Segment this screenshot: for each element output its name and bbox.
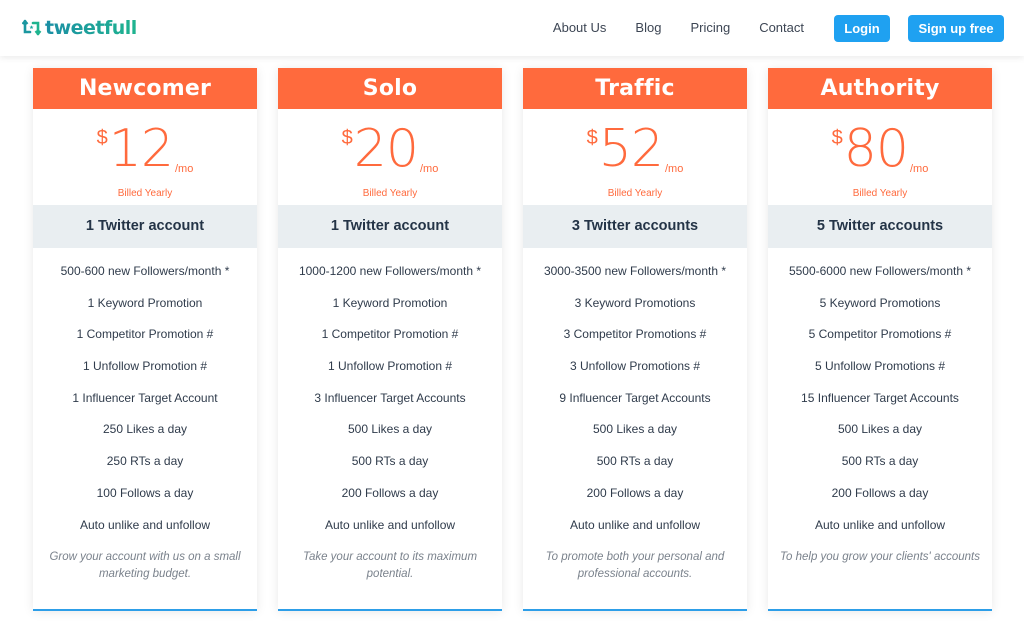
- twitter-accounts-count: 5 Twitter accounts: [768, 205, 992, 248]
- retweet-star-icon: [21, 19, 42, 37]
- plan-name: Authority: [768, 68, 992, 109]
- feature-list: 500-600 new Followers/month * 1 Keyword …: [33, 248, 257, 541]
- feature-followers: 3000-3500 new Followers/month *: [543, 264, 727, 278]
- feature-follows: 200 Follows a day: [586, 485, 684, 500]
- price: $ 80 /mo: [768, 117, 992, 181]
- twitter-accounts-count: 3 Twitter accounts: [523, 205, 747, 248]
- plan-name: Solo: [278, 68, 502, 109]
- feature-keyword-promotion: 1 Keyword Promotion: [87, 295, 203, 310]
- feature-competitor-promotion: 1 Competitor Promotion #: [76, 327, 214, 342]
- feature-follows: 200 Follows a day: [831, 485, 929, 500]
- feature-competitor-promotion: 1 Competitor Promotion #: [321, 327, 459, 342]
- brand-name: tweetfull: [45, 17, 137, 39]
- currency-symbol: $: [96, 127, 108, 149]
- price-amount: 20: [353, 119, 419, 179]
- feature-keyword-promotion: 3 Keyword Promotions: [574, 295, 696, 310]
- plan-description: Take your account to its maximum potenti…: [302, 551, 478, 580]
- plan-card-solo: Solo $ 20 /mo Billed Yearly 1 Twitter ac…: [278, 68, 502, 611]
- feature-followers: 500-600 new Followers/month *: [60, 264, 230, 278]
- plan-card-authority: Authority $ 80 /mo Billed Yearly 5 Twitt…: [768, 68, 992, 611]
- feature-unfollow-promotion: 1 Unfollow Promotion #: [82, 359, 208, 374]
- feature-unfollow-promotion: 5 Unfollow Promotions #: [814, 359, 946, 374]
- pricing-plans: Newcomer $ 12 /mo Billed Yearly 1 Twitte…: [33, 68, 992, 611]
- feature-likes: 500 Likes a day: [347, 422, 433, 437]
- nav-links: About Us Blog Pricing Contact Login Sign…: [553, 14, 1004, 42]
- currency-symbol: $: [586, 127, 598, 149]
- price: $ 12 /mo: [33, 117, 257, 181]
- feature-rts: 500 RTs a day: [841, 454, 919, 469]
- feature-followers: 1000-1200 new Followers/month *: [298, 264, 482, 278]
- twitter-accounts-count: 1 Twitter account: [278, 205, 502, 248]
- feature-follows: 200 Follows a day: [341, 485, 439, 500]
- feature-keyword-promotion: 1 Keyword Promotion: [332, 295, 448, 310]
- navbar: tweetfull About Us Blog Pricing Contact …: [0, 0, 1024, 56]
- feature-rts: 500 RTs a day: [351, 454, 429, 469]
- price-area: $ 80 /mo Billed Yearly: [768, 109, 992, 205]
- login-button[interactable]: Login: [834, 14, 890, 42]
- nav-link-blog[interactable]: Blog: [635, 14, 661, 42]
- feature-unfollow-promotion: 1 Unfollow Promotion #: [327, 359, 453, 374]
- twitter-accounts-count: 1 Twitter account: [33, 205, 257, 248]
- price-period: /mo: [664, 163, 684, 175]
- price-area: $ 20 /mo Billed Yearly: [278, 109, 502, 205]
- feature-list: 3000-3500 new Followers/month * 3 Keywor…: [523, 248, 747, 541]
- price-amount: 80: [843, 119, 909, 179]
- plan-name: Traffic: [523, 68, 747, 109]
- feature-auto-unlike: Auto unlike and unfollow: [814, 517, 946, 532]
- price-period: /mo: [419, 163, 439, 175]
- plan-description: To help you grow your clients' accounts: [780, 551, 980, 563]
- plan-description: To promote both your personal and profes…: [545, 551, 725, 580]
- feature-likes: 250 Likes a day: [102, 422, 188, 437]
- billing-note: Billed Yearly: [362, 188, 418, 199]
- feature-rts: 500 RTs a day: [596, 454, 674, 469]
- feature-competitor-promotion: 3 Competitor Promotions #: [563, 327, 707, 342]
- feature-auto-unlike: Auto unlike and unfollow: [79, 517, 211, 532]
- feature-competitor-promotion: 5 Competitor Promotions #: [808, 327, 952, 342]
- feature-followers: 5500-6000 new Followers/month *: [788, 264, 972, 278]
- plan-card-traffic: Traffic $ 52 /mo Billed Yearly 3 Twitter…: [523, 68, 747, 611]
- feature-influencer-targets: 15 Influencer Target Accounts: [801, 390, 959, 405]
- feature-influencer-targets: 3 Influencer Target Accounts: [314, 390, 466, 405]
- feature-rts: 250 RTs a day: [106, 454, 184, 469]
- nav-link-about-us[interactable]: About Us: [553, 14, 606, 42]
- plan-card-newcomer: Newcomer $ 12 /mo Billed Yearly 1 Twitte…: [33, 68, 257, 611]
- nav-link-contact[interactable]: Contact: [759, 14, 804, 42]
- feature-likes: 500 Likes a day: [592, 422, 678, 437]
- price-period: /mo: [174, 163, 194, 175]
- price: $ 52 /mo: [523, 117, 747, 181]
- billing-note: Billed Yearly: [607, 188, 663, 199]
- price-amount: 12: [108, 119, 174, 179]
- billing-note: Billed Yearly: [117, 188, 173, 199]
- price: $ 20 /mo: [278, 117, 502, 181]
- feature-list: 1000-1200 new Followers/month * 1 Keywor…: [278, 248, 502, 541]
- currency-symbol: $: [831, 127, 843, 149]
- feature-keyword-promotion: 5 Keyword Promotions: [819, 295, 941, 310]
- price-area: $ 12 /mo Billed Yearly: [33, 109, 257, 205]
- nav-link-pricing[interactable]: Pricing: [690, 14, 730, 42]
- feature-follows: 100 Follows a day: [96, 485, 194, 500]
- feature-list: 5500-6000 new Followers/month * 5 Keywor…: [768, 248, 992, 541]
- feature-unfollow-promotion: 3 Unfollow Promotions #: [569, 359, 701, 374]
- price-area: $ 52 /mo Billed Yearly: [523, 109, 747, 205]
- feature-auto-unlike: Auto unlike and unfollow: [569, 517, 701, 532]
- price-period: /mo: [909, 163, 929, 175]
- feature-influencer-targets: 1 Influencer Target Account: [72, 390, 218, 405]
- billing-note: Billed Yearly: [852, 188, 908, 199]
- logo-link[interactable]: tweetfull: [21, 16, 137, 40]
- plan-description: Grow your account with us on a small mar…: [49, 551, 241, 580]
- feature-influencer-targets: 9 Influencer Target Accounts: [559, 390, 711, 405]
- feature-likes: 500 Likes a day: [837, 422, 923, 437]
- plan-name: Newcomer: [33, 68, 257, 109]
- feature-auto-unlike: Auto unlike and unfollow: [324, 517, 456, 532]
- price-amount: 52: [598, 119, 664, 179]
- signup-button[interactable]: Sign up free: [908, 14, 1004, 42]
- currency-symbol: $: [341, 127, 353, 149]
